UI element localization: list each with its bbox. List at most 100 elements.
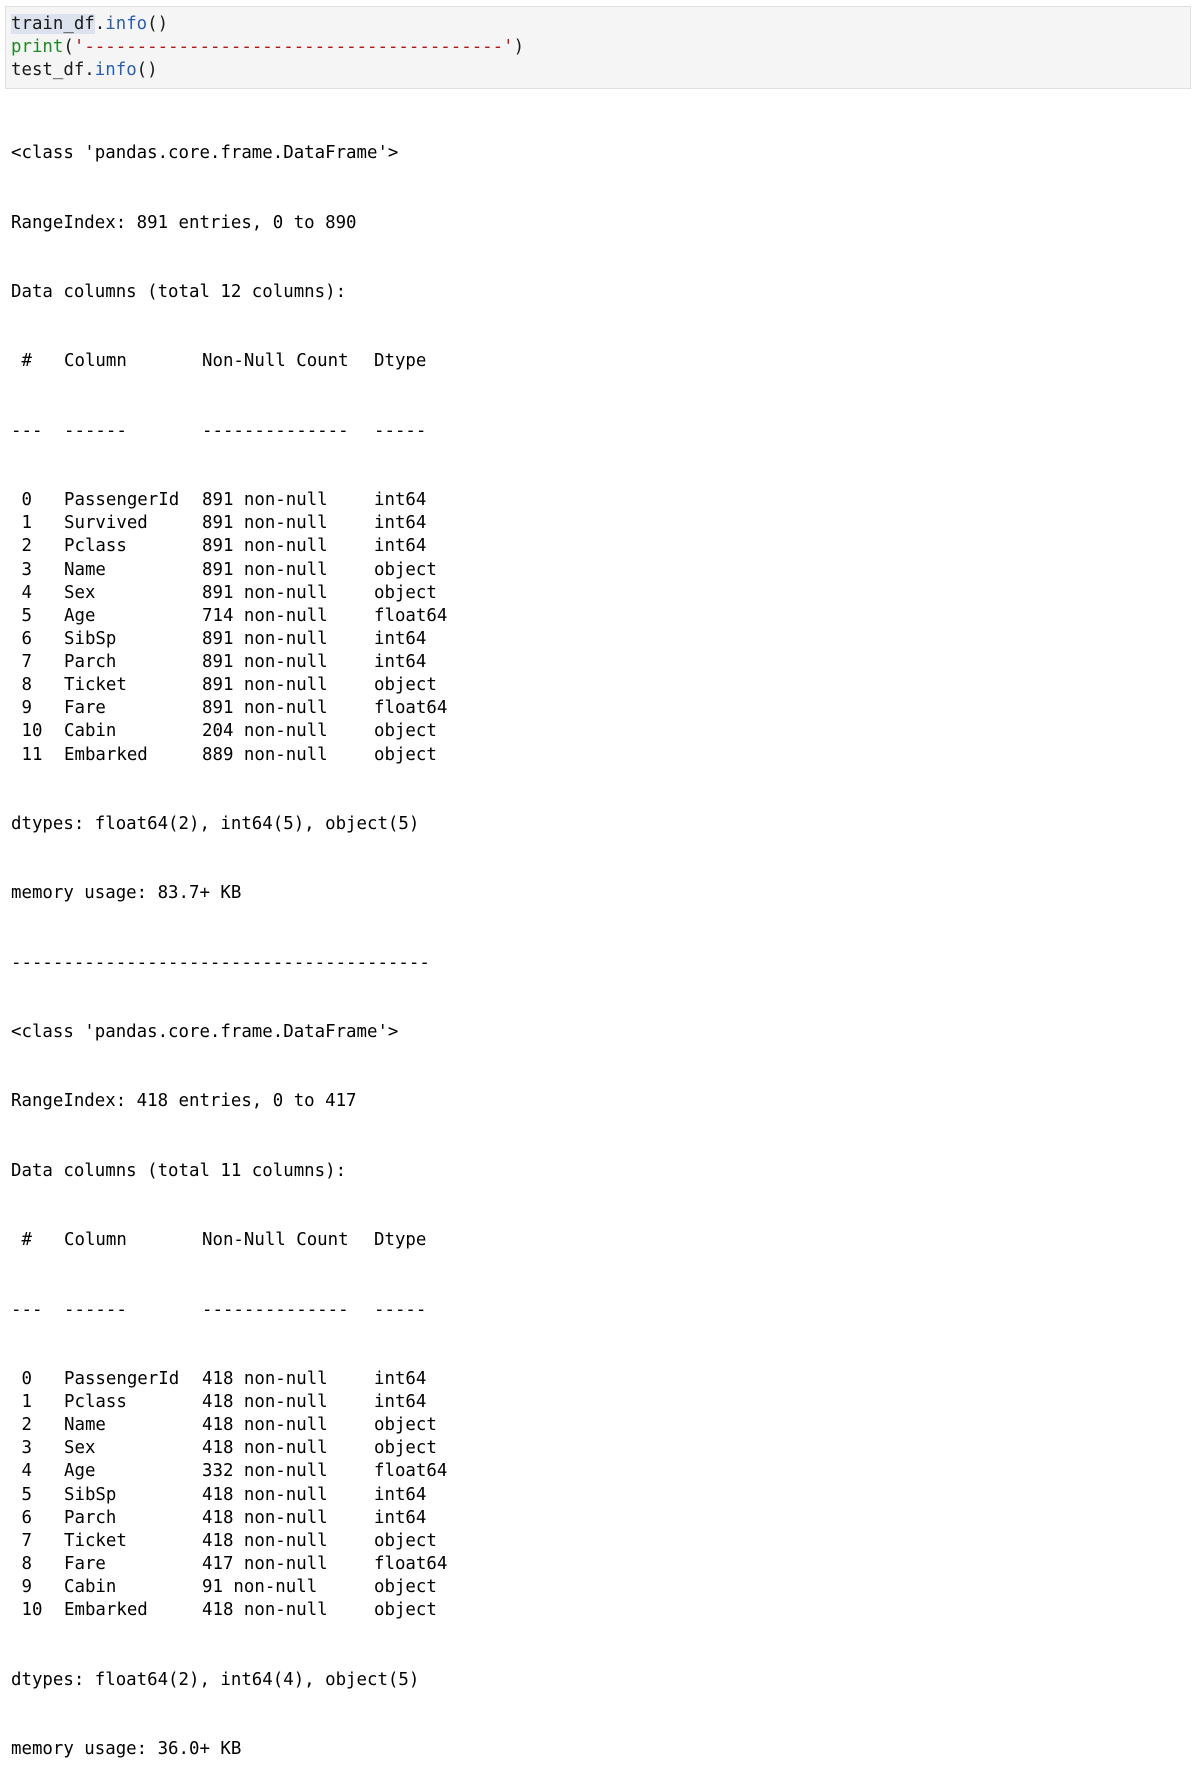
row-non-null: 891 non-null [202,698,328,719]
code-method-info: info [94,60,137,80]
row-column: Fare [64,698,106,719]
table-row: 1 Survived 891 non-null int64 [11,512,447,535]
table-row: 5 SibSp 418 non-null int64 [11,1484,447,1507]
row-dtype: object [374,721,437,742]
code-line-3[interactable]: test_df.info() [11,59,158,82]
code-paren: () [147,14,169,34]
table-row: 8 Fare 417 non-null float64 [11,1553,447,1576]
sep-non-null: -------------- [202,420,349,441]
sep-non-null: -------------- [202,1299,349,1320]
table-row: 9 Cabin 91 non-null object [11,1576,447,1599]
row-non-null: 891 non-null [202,628,328,649]
row-dtype: int64 [374,1392,427,1412]
header-column: Column [64,1230,127,1251]
row-dtype: float64 [374,605,448,626]
row-num: 7 [11,1530,32,1551]
row-non-null: 418 non-null [202,1530,328,1551]
test-range-index: RangeIndex: 418 entries, 0 to 417 [11,1091,357,1112]
row-dtype: object [374,1600,437,1621]
row-column: Ticket [64,675,127,696]
row-dtype: int64 [374,1507,427,1528]
row-non-null: 204 non-null [202,721,328,742]
row-column: Pclass [64,536,127,557]
row-dtype: object [374,1415,437,1436]
table-row: 0 PassengerId 418 non-null int64 [11,1368,447,1391]
row-dtype: object [374,744,437,765]
sep-column: ------ [64,420,127,441]
code-line-2[interactable]: print('---------------------------------… [11,36,524,59]
row-num: 1 [11,1392,32,1412]
table-row: 4 Sex 891 non-null object [11,582,447,605]
row-column: Embarked [64,744,148,765]
row-non-null: 891 non-null [202,513,328,534]
row-num: 5 [11,1484,32,1505]
row-non-null: 889 non-null [202,744,328,765]
table-row: 10 Embarked 418 non-null object [11,1599,447,1622]
table-row: 10 Cabin 204 non-null object [11,720,447,743]
row-non-null: 891 non-null [202,559,328,580]
sep-num: --- [11,420,43,441]
test-table-rows: 0 PassengerId 418 non-null int64 1 Pclass 418… [11,1368,447,1622]
row-num: 2 [11,536,32,557]
row-dtype: object [374,1438,437,1459]
train-dtypes: dtypes: float64(2), int64(5), object(5) [11,813,420,834]
sep-num: --- [11,1299,43,1320]
train-table-rows: 0 PassengerId 891 non-null int64 1 Survived 8… [11,489,447,767]
header-num: # [11,351,32,372]
train-class-line: <class 'pandas.core.frame.DataFrame'> [11,143,399,164]
table-row: 6 Parch 418 non-null int64 [11,1507,447,1530]
row-dtype: object [374,559,437,580]
row-non-null: 418 non-null [202,1600,328,1621]
row-column: Embarked [64,1600,148,1621]
row-num: 4 [11,1461,32,1482]
row-column: Sex [64,1438,96,1459]
table-row: 8 Ticket 891 non-null object [11,674,447,697]
row-num: 1 [11,513,32,534]
code-paren: () [136,60,158,80]
row-column: Cabin [64,1577,117,1597]
row-non-null: 418 non-null [202,1415,328,1436]
row-column: Pclass [64,1392,127,1412]
train-table-separator: --- ------ -------------- ----- [11,420,447,443]
row-num: 4 [11,582,32,603]
row-num: 10 [11,721,43,742]
row-column: Cabin [64,721,117,742]
row-dtype: float64 [374,698,448,719]
row-num: 0 [11,490,32,511]
row-column: Ticket [64,1530,127,1551]
cell-output: <class 'pandas.core.frame.DataFrame'> Ra… [11,96,447,1784]
row-dtype: object [374,1577,437,1597]
row-dtype: int64 [374,1484,427,1505]
sep-column: ------ [64,1299,127,1320]
row-non-null: 891 non-null [202,536,328,557]
row-num: 6 [11,1507,32,1528]
train-range-index: RangeIndex: 891 entries, 0 to 890 [11,212,357,233]
table-row: 0 PassengerId 891 non-null int64 [11,489,447,512]
row-num: 7 [11,652,32,672]
code-method-info: info [105,14,148,34]
row-num: 9 [11,1577,32,1597]
row-non-null: 332 non-null [202,1461,328,1482]
row-dtype: float64 [374,1461,448,1482]
table-row: 2 Pclass 891 non-null int64 [11,535,447,558]
table-row: 3 Sex 418 non-null object [11,1437,447,1460]
row-non-null: 418 non-null [202,1392,328,1412]
header-non-null: Non-Null Count [202,1230,349,1251]
row-dtype: int64 [374,490,427,511]
row-num: 3 [11,1438,32,1459]
row-non-null: 891 non-null [202,490,328,511]
row-non-null: 91 non-null [202,1577,318,1597]
table-row: 6 SibSp 891 non-null int64 [11,628,447,651]
code-paren-open: ( [63,37,74,57]
code-variable-test-df: test_df [11,60,85,80]
row-dtype: int64 [374,1368,427,1389]
code-line-1[interactable]: train_df.info() [11,13,168,36]
code-variable-train-df: train_df [11,14,95,34]
row-non-null: 891 non-null [202,675,328,696]
table-row: 5 Age 714 non-null float64 [11,605,447,628]
row-column: Name [64,1415,106,1436]
row-non-null: 714 non-null [202,605,328,626]
table-row: 11 Embarked 889 non-null object [11,744,447,767]
row-non-null: 418 non-null [202,1484,328,1505]
table-row: 4 Age 332 non-null float64 [11,1460,447,1483]
